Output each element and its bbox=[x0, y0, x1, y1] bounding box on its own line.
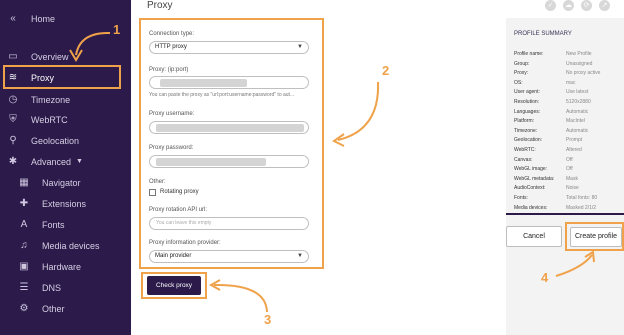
annotation-number-4: 4 bbox=[541, 270, 549, 285]
arrow-3 bbox=[213, 283, 268, 313]
annotation-number-1: 1 bbox=[113, 22, 121, 37]
annotation-number-2: 2 bbox=[382, 63, 390, 78]
annotation-number-3: 3 bbox=[264, 312, 272, 327]
annotation-arrows bbox=[69, 31, 595, 313]
arrow-4 bbox=[555, 254, 593, 277]
arrow-2 bbox=[337, 81, 380, 141]
